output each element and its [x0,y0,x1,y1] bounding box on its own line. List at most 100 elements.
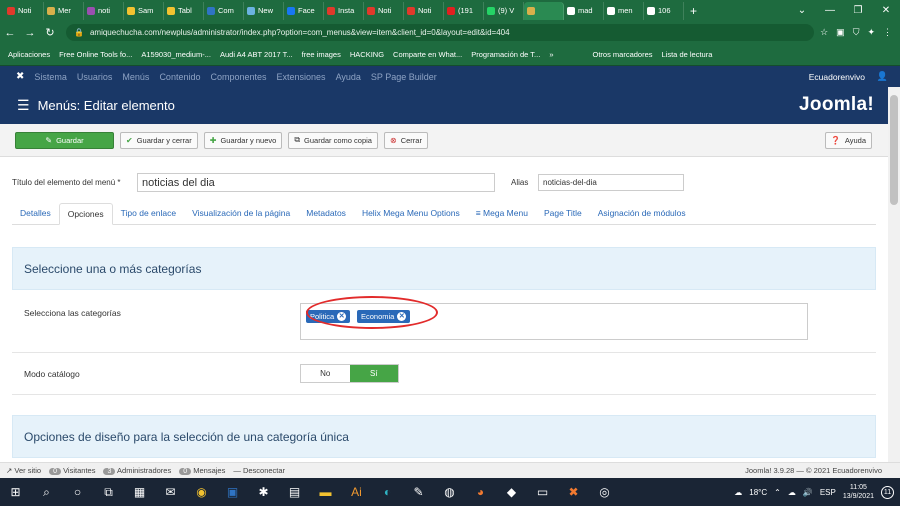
folder-icon[interactable]: ▬ [310,485,341,499]
browser-tab[interactable]: (191 [444,1,484,20]
admin-menu-item[interactable]: Usuarios [77,72,113,82]
save-button[interactable]: ✎ Guardar [15,131,114,149]
bookmark-item[interactable]: Comparte en What... [393,50,462,59]
terminal-icon[interactable]: ▭ [527,485,558,499]
menu-icon[interactable]: ⋮ [883,27,892,38]
bookmark-item[interactable]: Audi A4 ABT 2017 T... [220,50,293,59]
app-icon[interactable]: ◍ [434,485,465,499]
app-icon[interactable]: ◆ [496,485,527,499]
bookmark-item[interactable]: » [549,50,553,59]
admin-menu-item[interactable]: Componentes [210,72,266,82]
bookmark-item[interactable]: Aplicaciones [8,50,50,59]
cloud-icon[interactable]: ☁ [788,488,796,497]
edit-tab[interactable]: Page Title [536,202,590,224]
shield-icon[interactable]: ⛉ [853,27,860,38]
browser-tab[interactable]: Noti [404,1,444,20]
admin-menu-item[interactable]: Contenido [159,72,200,82]
extension-icon[interactable]: ▣ [836,27,845,38]
browser-tab[interactable]: men [604,1,644,20]
task-view-icon[interactable]: ○ [62,485,93,499]
browser-tab[interactable]: Com [204,1,244,20]
browser-tab[interactable]: (9) V [484,1,524,20]
browser-tab[interactable]: Insta [324,1,364,20]
title-input[interactable]: noticias del dia [137,173,495,192]
browser-tab[interactable]: Sam [124,1,164,20]
browser-tab[interactable]: New [244,1,284,20]
edit-tab[interactable]: Metadatos [298,202,354,224]
puzzle-icon[interactable]: ✦ [867,27,875,38]
edit-tab[interactable]: Visualización de la página [184,202,298,224]
admin-menu-item[interactable]: SP Page Builder [371,72,437,82]
illustrator-icon[interactable]: Ai [341,485,372,499]
admin-menu-item[interactable]: Extensiones [277,72,326,82]
alias-input[interactable]: noticias-del-dia [538,174,684,191]
search-icon[interactable]: ⌕ [31,485,62,500]
windows-start-icon[interactable]: ⊞ [0,485,31,499]
browser-tab[interactable] [524,1,564,20]
close-window-button[interactable]: ✕ [872,5,900,16]
forward-icon[interactable]: → [20,27,40,39]
app-icon[interactable]: ✱ [248,485,279,499]
messages-count[interactable]: 0 Mensajes [179,466,225,475]
chrome-icon[interactable]: ◉ [186,485,217,499]
bookmark-item[interactable]: A159030_medium-... [141,50,211,59]
browser-tab[interactable]: Noti [4,1,44,20]
browser-tab[interactable]: Mer [44,1,84,20]
language-indicator[interactable]: ESP [820,488,836,497]
save-close-button[interactable]: ✔ Guardar y cerrar [120,131,198,149]
clock[interactable]: 11:05 13/9/2021 [843,483,874,501]
scrollbar-thumb[interactable] [890,95,898,205]
browser-tab[interactable]: noti [84,1,124,20]
bookmark-item[interactable]: Otros marcadores [592,50,652,59]
app-icon[interactable]: ✎ [403,485,434,499]
star-icon[interactable]: ☆ [820,27,828,38]
browser-tab[interactable]: Face [284,1,324,20]
admin-menu-item[interactable]: Sistema [34,72,67,82]
edge-icon[interactable]: ◐ [372,485,403,499]
browser-tab[interactable]: Noti [364,1,404,20]
new-tab-button[interactable]: + [690,4,697,18]
xampp-icon[interactable]: ✖ [558,485,589,499]
user-icon[interactable]: 👤 [877,71,888,82]
notifications-badge[interactable]: 11 [881,485,894,499]
reload-icon[interactable]: ↻ [40,26,60,39]
edit-tab[interactable]: Asignación de módulos [590,202,694,224]
url-field[interactable]: 🔒 amiquechucha.com/newplus/administrator… [66,24,815,41]
outlook-icon[interactable]: ▣ [217,485,248,499]
firefox-icon[interactable]: ◕ [465,485,496,499]
maximize-button[interactable]: ❐ [844,5,872,16]
logout-link[interactable]: — Desconectar [233,466,285,475]
browser-tab[interactable]: 106 [644,1,684,20]
admin-menu-item[interactable]: Ayuda [336,72,361,82]
save-new-button[interactable]: ✚ Guardar y nuevo [203,131,283,149]
browser-tab[interactable]: mad [564,1,604,20]
weather-icon[interactable]: ☁ [734,488,742,497]
catalog-no-option[interactable]: No [301,365,350,382]
bookmark-item[interactable]: HACKING [350,50,384,59]
catalog-mode-toggle[interactable]: No Sí [300,364,399,383]
page-scrollbar[interactable] [888,87,900,462]
app-icon[interactable]: ◎ [589,485,620,499]
edit-tab[interactable]: Detalles [12,202,59,224]
bookmark-item[interactable]: free images [302,50,341,59]
calculator-icon[interactable]: ▦ [124,485,155,499]
mail-icon[interactable]: ✉ [155,485,186,499]
bookmark-item[interactable]: Programación de T... [471,50,540,59]
bookmark-item[interactable]: Free Online Tools fo... [59,50,132,59]
site-link[interactable]: Ecuadorenvivo [809,72,865,82]
view-site-link[interactable]: ↗ Ver sitio [6,466,41,475]
back-icon[interactable]: ← [0,27,20,39]
minimize-button[interactable]: — [816,5,844,16]
edit-tab[interactable]: ≡ Mega Menu [468,202,536,224]
bookmark-item[interactable]: Lista de lectura [662,50,713,59]
chevron-up-icon[interactable]: ⌃ [774,488,781,497]
speaker-icon[interactable]: 🔊 [803,488,813,497]
admin-menu-item[interactable]: Menús [122,72,149,82]
edit-tab[interactable]: Helix Mega Menu Options [354,202,468,224]
edit-tab[interactable]: Tipo de enlace [113,202,184,224]
browser-menu-icon[interactable]: ⌄ [788,5,816,16]
widgets-icon[interactable]: ⧉ [93,485,124,500]
browser-tab[interactable]: Tabl [164,1,204,20]
app-icon[interactable]: ▤ [279,485,310,499]
close-button[interactable]: ⊗ Cerrar [383,131,428,149]
